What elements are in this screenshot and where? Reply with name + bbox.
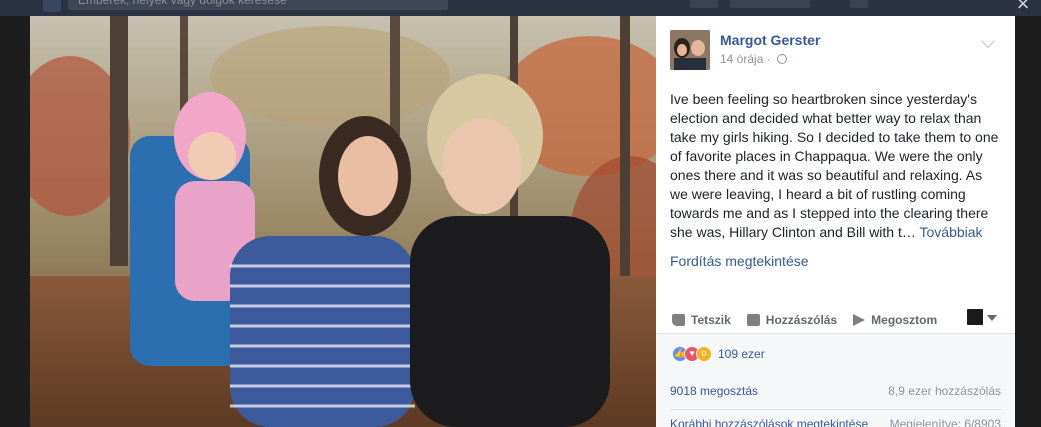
- caret-down-icon[interactable]: [987, 315, 997, 321]
- view-earlier-comments-link[interactable]: Korábbi hozzászólások megtekintése: [670, 417, 868, 427]
- chevron-down-icon[interactable]: [980, 33, 996, 49]
- search-input[interactable]: Emberek, helyek vagy dolgok keresése: [68, 0, 448, 10]
- comments-count[interactable]: 8,9 ezer hozzászólás: [888, 384, 1001, 398]
- like-label: Tetszik: [691, 312, 731, 327]
- post-stats: 9018 megosztás 8,9 ezer hozzászólás: [670, 384, 1001, 398]
- see-translation-link[interactable]: Fordítás megtekintése: [670, 253, 809, 269]
- comment-icon: [746, 313, 760, 326]
- photo-image: [30, 16, 656, 427]
- like-button[interactable]: Tetszik: [672, 313, 731, 327]
- viewer-avatar[interactable]: [967, 309, 983, 325]
- facebook-top-bar: Emberek, helyek vagy dolgok keresése: [0, 0, 1041, 16]
- post-side-panel: Margot Gerster 14 órája · Ive been feeli…: [656, 16, 1015, 427]
- post-actions: Tetszik Hozzászólás Megosztom: [656, 306, 1015, 332]
- comment-label: Hozzászólás: [765, 312, 838, 327]
- author-name-link[interactable]: Margot Gerster: [720, 32, 820, 48]
- post-body: Ive been feeling so heartbroken since ye…: [670, 91, 999, 240]
- wow-reaction-icon: o: [696, 346, 712, 362]
- reactions-summary[interactable]: 👍 ♥ o 109 ezer: [672, 346, 765, 362]
- author-avatar[interactable]: [670, 30, 710, 70]
- comments-shown-count: Megjelenítve: 6/8903: [889, 417, 1001, 427]
- close-icon[interactable]: ×: [1011, 0, 1035, 15]
- post-time[interactable]: 14 órája ·: [720, 52, 771, 66]
- post-text: Ive been feeling so heartbroken since ye…: [670, 90, 1000, 242]
- reaction-count[interactable]: 109 ezer: [718, 347, 765, 361]
- share-label: Megosztom: [871, 312, 938, 327]
- post-header: Margot Gerster 14 órája ·: [670, 30, 1001, 74]
- reactions-section: 👍 ♥ o 109 ezer 9018 megosztás 8,9 ezer h…: [656, 333, 1015, 427]
- comment-button[interactable]: Hozzászólás: [746, 312, 838, 327]
- nav-home-link[interactable]: [690, 0, 718, 8]
- nav-profile-link[interactable]: [730, 0, 810, 8]
- shares-count-link[interactable]: 9018 megosztás: [670, 384, 758, 398]
- see-more-link[interactable]: Továbbiak: [920, 224, 983, 240]
- comments-bar: Korábbi hozzászólások megtekintése Megje…: [670, 417, 1001, 427]
- thumbs-up-icon: [672, 313, 685, 326]
- post-meta: 14 órája ·: [720, 52, 787, 66]
- facebook-logo-icon[interactable]: [43, 0, 61, 12]
- nav-friends-icon[interactable]: [850, 0, 868, 8]
- divider: [670, 409, 1001, 410]
- share-icon: [853, 313, 866, 326]
- globe-icon: [776, 54, 787, 64]
- post-photo[interactable]: [30, 16, 656, 427]
- share-button[interactable]: Megosztom: [853, 313, 937, 327]
